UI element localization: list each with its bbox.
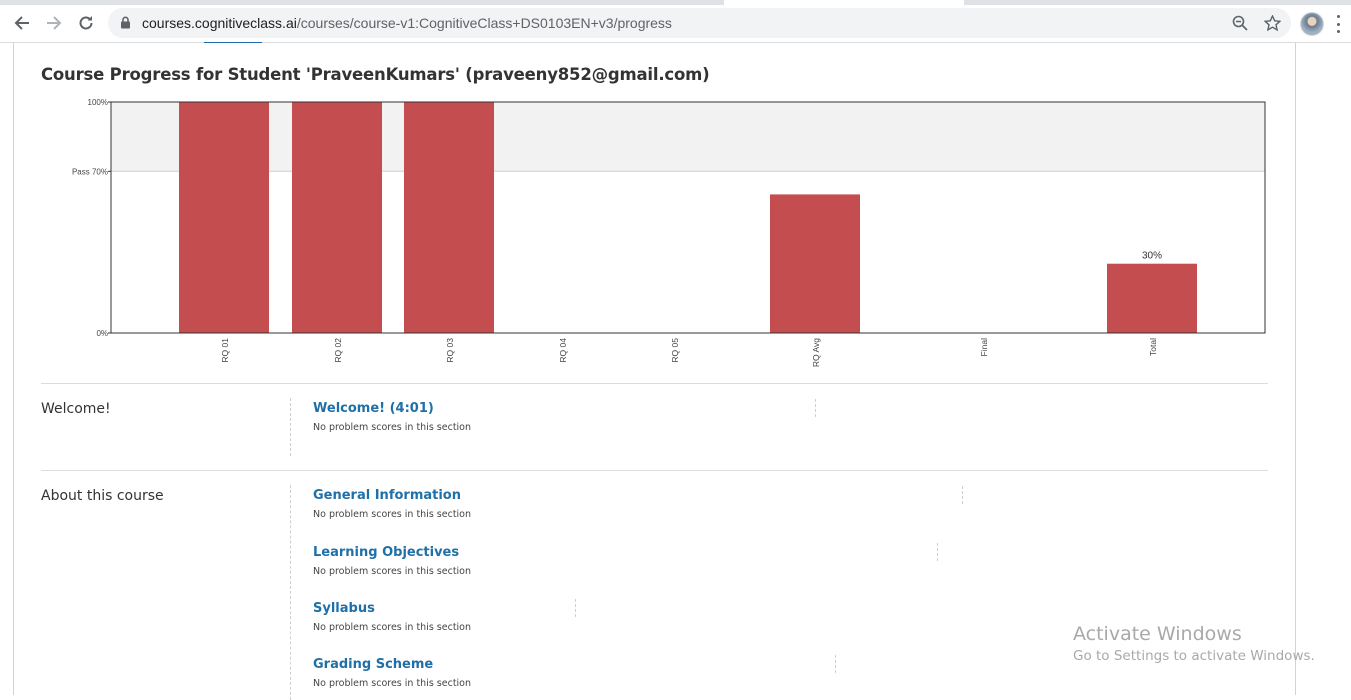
subsection-score-note: No problem scores in this section [313, 622, 472, 633]
back-button[interactable] [8, 9, 36, 37]
arrow-left-icon [14, 16, 29, 30]
chapter-title: About this course [41, 488, 164, 504]
chapter-title: Welcome! [41, 401, 111, 417]
activate-windows-title: Activate Windows [1073, 623, 1242, 645]
forward-button[interactable] [40, 9, 68, 37]
section-divider [41, 470, 1268, 471]
page-title: Course Progress for Student 'PraveenKuma… [41, 65, 710, 84]
subsection-score-note: No problem scores in this section [313, 509, 472, 520]
activate-windows-subtitle: Go to Settings to activate Windows. [1073, 648, 1315, 664]
lock-icon [121, 16, 130, 29]
subsection-link[interactable]: Grading Scheme [313, 657, 433, 672]
subsection-link[interactable]: General Information [313, 488, 461, 503]
browser-toolbar: courses.cognitiveclass.ai/courses/course… [0, 5, 1351, 43]
chapter-separator [290, 398, 291, 456]
subsection-link[interactable]: Welcome! (4:01) [313, 401, 434, 416]
score-placeholder-mark [835, 655, 836, 673]
zoom-button[interactable] [1228, 12, 1252, 34]
score-placeholder-mark [937, 543, 938, 561]
reload-button[interactable] [72, 9, 100, 37]
section-divider [41, 383, 1268, 384]
subsection-score-note: No problem scores in this section [313, 566, 472, 577]
score-placeholder-mark [962, 486, 963, 504]
score-placeholder-mark [815, 399, 816, 417]
browser-menu-icon[interactable] [1334, 15, 1342, 33]
subsection-score-note: No problem scores in this section [313, 422, 472, 433]
subsection-link[interactable]: Syllabus [313, 601, 375, 616]
reload-icon [79, 16, 93, 30]
chapter-separator [290, 485, 291, 700]
zoom-out-icon [1232, 15, 1248, 31]
arrow-right-icon [47, 16, 62, 30]
subsection-score-note: No problem scores in this section [313, 678, 472, 689]
address-bar[interactable]: courses.cognitiveclass.ai/courses/course… [108, 8, 1291, 38]
progress-panel [13, 43, 1296, 695]
url-text[interactable]: courses.cognitiveclass.ai/courses/course… [142, 15, 672, 31]
bookmark-button[interactable] [1260, 12, 1284, 34]
subsection-link[interactable]: Learning Objectives [313, 545, 459, 560]
url-path: /courses/course-v1:CognitiveClass+DS0103… [296, 15, 672, 31]
star-icon [1263, 15, 1281, 31]
profile-avatar[interactable] [1300, 12, 1324, 36]
score-placeholder-mark [575, 599, 576, 617]
url-host: courses.cognitiveclass.ai [142, 15, 297, 31]
